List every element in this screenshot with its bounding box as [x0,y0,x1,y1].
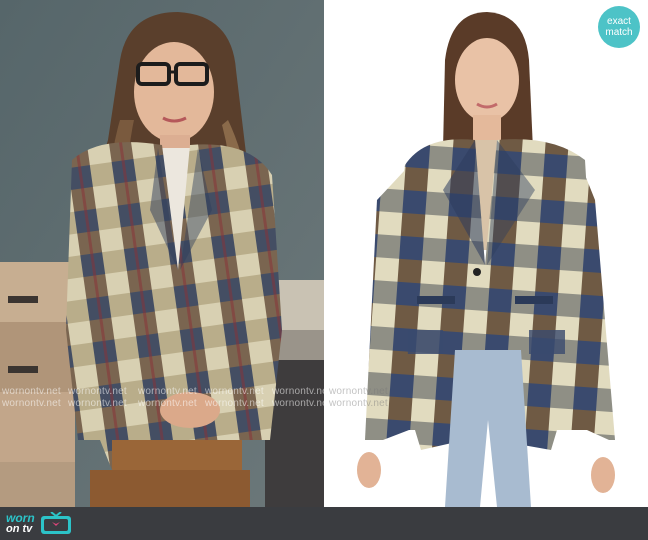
brand-on-tv: on tv [6,523,33,535]
left-photo: wornontv.net wornontv.net wornontv.net w… [0,0,325,507]
footer-bar: worn on tv [0,507,648,540]
badge-line1: exact [607,16,631,27]
watermark: wornontv.net [329,398,388,409]
watermark: wornontv.net [2,398,61,409]
wornontv-logo[interactable]: worn on tv [6,511,73,537]
watermark: wornontv.net [68,398,127,409]
watermark: wornontv.net [138,398,197,409]
watermark: wornontv.net [329,386,388,397]
brand-text: worn on tv [6,512,35,535]
watermark: wornontv.net [2,386,61,397]
watermark: wornontv.net [205,398,264,409]
watermark: wornontv.net [138,386,197,397]
actress-photo [0,0,325,507]
product-photo [325,0,648,507]
watermark: wornontv.net [272,398,325,409]
tv-icon [40,512,71,534]
watermark: wornontv.net [272,386,325,397]
right-photo: wornontv.net wornontv.net [325,0,648,507]
watermark: wornontv.net [205,386,264,397]
exact-match-badge: exact match [598,6,640,48]
badge-line2: match [605,27,633,38]
watermark: wornontv.net [68,386,127,397]
